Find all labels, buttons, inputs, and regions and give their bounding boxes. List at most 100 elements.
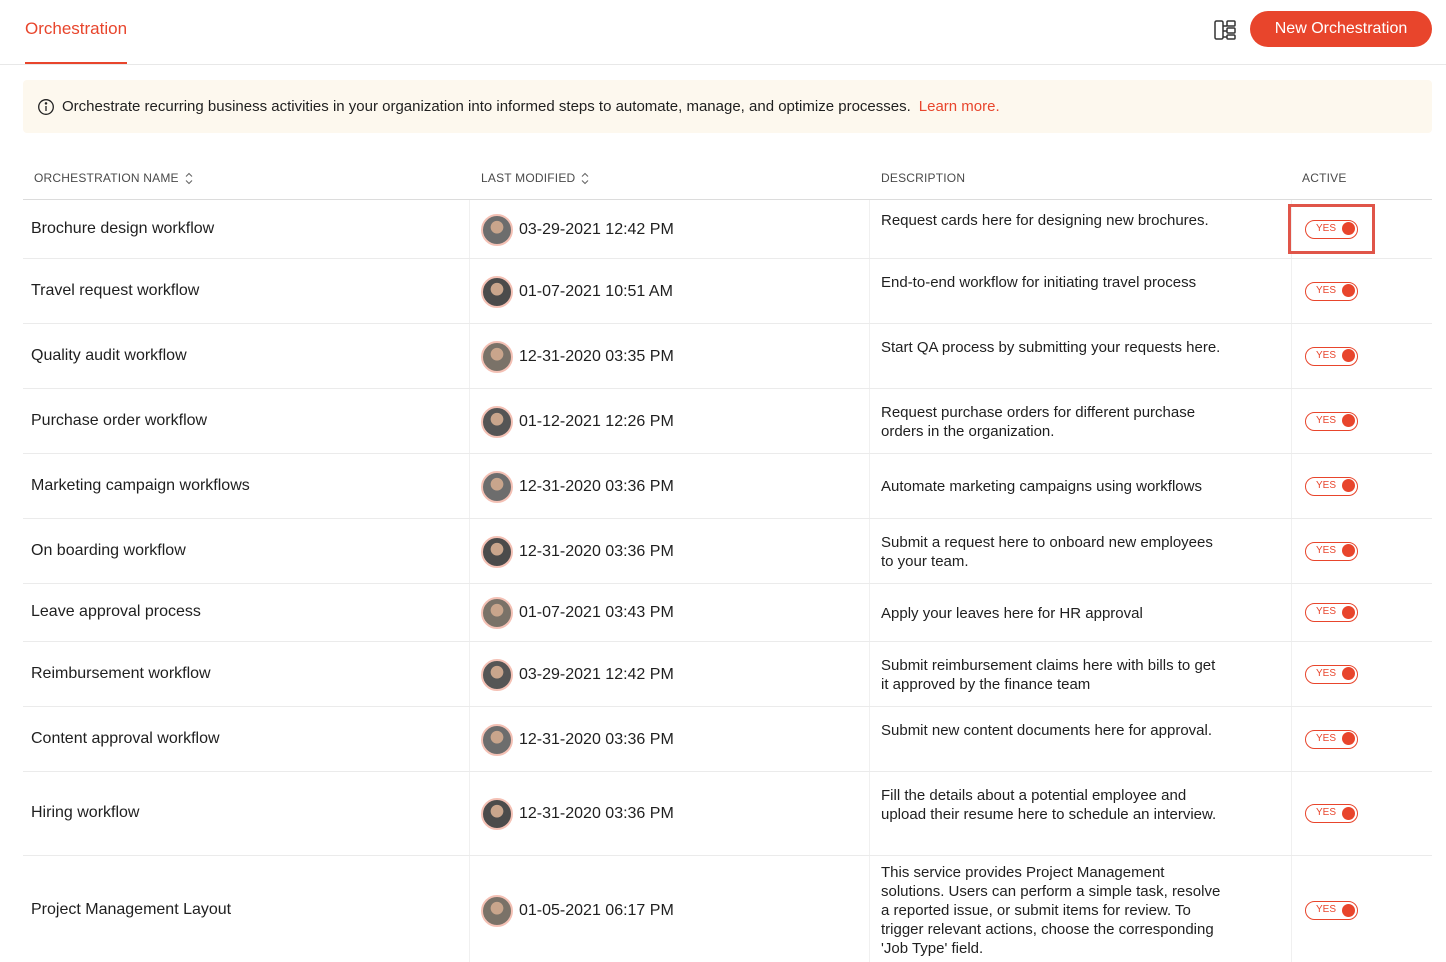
column-header-active: ACTIVE — [1302, 171, 1347, 185]
column-divider — [469, 772, 470, 855]
last-modified-cell: 01-07-2021 10:51 AM — [481, 275, 673, 308]
table-header: ORCHESTRATION NAME LAST MODIFIED DESCRIP… — [23, 155, 1432, 200]
table-row[interactable]: Travel request workflow 01-07-2021 10:51 … — [23, 259, 1432, 324]
orchestration-table: ORCHESTRATION NAME LAST MODIFIED DESCRIP… — [23, 155, 1432, 962]
column-divider — [1291, 519, 1292, 583]
toggle-label: YES — [1316, 349, 1337, 361]
sort-icon — [185, 172, 193, 184]
orchestration-name[interactable]: Leave approval process — [31, 603, 201, 621]
column-divider — [469, 707, 470, 771]
toggle-knob — [1342, 667, 1355, 680]
active-toggle[interactable]: YES — [1305, 346, 1358, 366]
learn-more-link[interactable]: Learn more. — [919, 98, 1000, 115]
avatar — [481, 405, 513, 438]
table-row[interactable]: Marketing campaign workflows 12-31-2020 0… — [23, 454, 1432, 519]
column-divider — [1291, 707, 1292, 771]
column-divider — [869, 772, 870, 855]
table-row[interactable]: Hiring workflow 12-31-2020 03:36 PM Fill t… — [23, 772, 1432, 856]
orchestration-name[interactable]: Purchase order workflow — [31, 412, 207, 430]
column-divider — [469, 454, 470, 518]
last-modified-cell: 01-12-2021 12:26 PM — [481, 405, 674, 438]
orchestration-name[interactable]: Hiring workflow — [31, 804, 139, 822]
description: Submit new content documents here for ap… — [881, 721, 1213, 739]
banner-text: Orchestrate recurring business activitie… — [62, 98, 911, 115]
highlight-box — [1288, 203, 1375, 254]
column-divider — [469, 642, 470, 706]
orchestration-name[interactable]: Reimbursement workflow — [31, 665, 211, 683]
orchestration-name[interactable]: Marketing campaign workflows — [31, 477, 250, 495]
description: Request purchase orders for different pu… — [881, 403, 1196, 440]
column-divider — [869, 324, 870, 388]
active-toggle[interactable]: YES — [1305, 476, 1358, 496]
active-toggle[interactable]: YES — [1305, 281, 1358, 301]
column-divider — [1291, 454, 1292, 518]
description: Apply your leaves here for HR approval — [881, 604, 1143, 622]
table-row[interactable]: Purchase order workflow 01-12-2021 12:26 … — [23, 389, 1432, 454]
table-row[interactable]: Content approval workflow 12-31-2020 03:3… — [23, 707, 1432, 772]
layout-view-icon[interactable] — [1212, 17, 1238, 43]
orchestration-name[interactable]: Brochure design workflow — [31, 220, 214, 238]
toggle-label: YES — [1316, 732, 1337, 744]
modified-date: 12-31-2020 03:36 PM — [519, 730, 674, 748]
active-toggle[interactable]: YES — [1305, 664, 1358, 684]
modified-date: 12-31-2020 03:35 PM — [519, 347, 674, 365]
last-modified-cell: 01-07-2021 03:43 PM — [481, 597, 674, 629]
description: End-to-end workflow for initiating trave… — [881, 273, 1197, 291]
modified-date: 01-05-2021 06:17 PM — [519, 902, 674, 919]
orchestration-name[interactable]: On boarding workflow — [31, 542, 186, 560]
column-divider — [1291, 772, 1292, 855]
table-row[interactable]: Leave approval process 01-07-2021 03:43 P… — [23, 584, 1432, 642]
column-divider — [869, 259, 870, 323]
active-toggle[interactable]: YES — [1305, 729, 1358, 749]
modified-date: 01-07-2021 10:51 AM — [519, 282, 673, 300]
orchestration-name[interactable]: Project Management Layout — [31, 901, 231, 919]
table-row[interactable]: Quality audit workflow 12-31-2020 03:35 P… — [23, 324, 1432, 389]
table-row[interactable]: On boarding workflow 12-31-2020 03:36 PM S… — [23, 519, 1432, 584]
avatar — [481, 340, 513, 373]
orchestration-name[interactable]: Content approval workflow — [31, 730, 220, 748]
table-row[interactable]: Reimbursement workflow 03-29-2021 12:42 P… — [23, 642, 1432, 707]
column-divider — [469, 584, 470, 641]
tab-orchestration[interactable]: Orchestration — [25, 0, 128, 64]
description: Request cards here for designing new bro… — [881, 211, 1209, 229]
column-divider — [469, 324, 470, 388]
description: Submit a request here to onboard new emp… — [881, 533, 1213, 570]
last-modified-cell: 12-31-2020 03:36 PM — [481, 470, 674, 503]
avatar — [481, 535, 513, 568]
description: Start QA process by submitting your requ… — [881, 338, 1221, 356]
avatar — [481, 895, 513, 927]
table-row[interactable]: Brochure design workflow 03-29-2021 12:42… — [23, 200, 1432, 259]
info-icon — [38, 98, 54, 115]
description: Automate marketing campaigns using workf… — [881, 478, 1202, 495]
orchestration-name[interactable]: Quality audit workflow — [31, 347, 187, 365]
column-divider — [1291, 389, 1292, 453]
avatar — [481, 213, 513, 246]
toggle-knob — [1342, 284, 1355, 297]
column-divider — [869, 389, 870, 453]
toggle-label: YES — [1316, 667, 1337, 679]
column-header-last-modified[interactable]: LAST MODIFIED — [481, 171, 590, 185]
active-toggle[interactable]: YES — [1305, 603, 1358, 622]
last-modified-cell: 12-31-2020 03:36 PM — [481, 798, 674, 830]
last-modified-cell: 01-05-2021 06:17 PM — [481, 895, 674, 927]
toggle-knob — [1342, 903, 1355, 917]
column-divider — [1291, 324, 1292, 388]
active-toggle[interactable]: YES — [1305, 901, 1358, 920]
toggle-label: YES — [1316, 414, 1337, 426]
active-toggle[interactable]: YES — [1305, 804, 1358, 823]
toggle-label: YES — [1316, 544, 1337, 556]
table-row[interactable]: Project Management Layout 01-05-2021 06:1… — [23, 856, 1432, 962]
modified-date: 12-31-2020 03:36 PM — [519, 477, 674, 495]
column-header-name[interactable]: ORCHESTRATION NAME — [34, 171, 194, 185]
last-modified-cell: 03-29-2021 12:42 PM — [481, 658, 674, 691]
last-modified-cell: 12-31-2020 03:36 PM — [481, 723, 674, 756]
new-orchestration-button[interactable]: New Orchestration — [1250, 11, 1432, 47]
active-toggle[interactable]: YES — [1305, 411, 1358, 431]
avatar — [481, 658, 513, 691]
column-divider — [469, 200, 470, 258]
active-toggle[interactable]: YES — [1305, 541, 1358, 561]
last-modified-cell: 12-31-2020 03:36 PM — [481, 535, 674, 568]
description: This service provides Project Management… — [881, 864, 1221, 957]
orchestration-name[interactable]: Travel request workflow — [31, 282, 199, 300]
toggle-knob — [1342, 349, 1355, 362]
